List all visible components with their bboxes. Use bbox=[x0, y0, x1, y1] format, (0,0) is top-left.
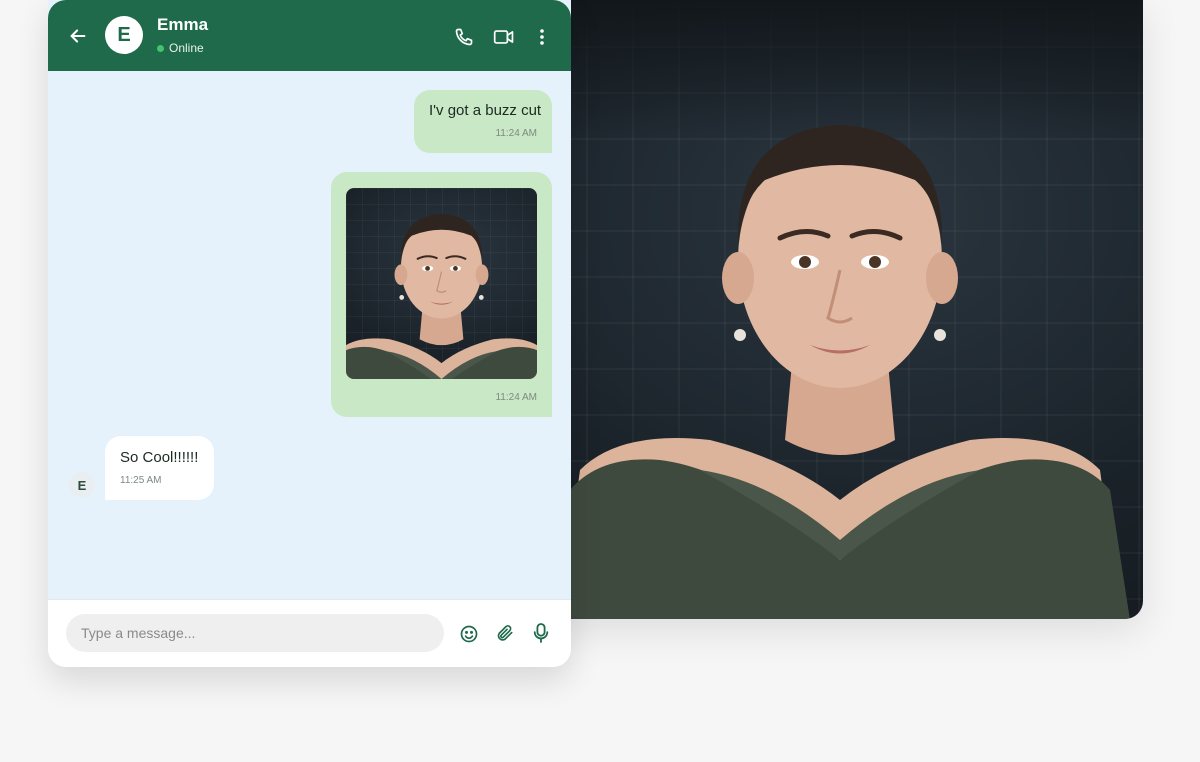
chat-window: E Emma Online I'v got a buzz cut 11:24 A… bbox=[48, 0, 571, 667]
image-portrait bbox=[346, 212, 537, 379]
contact-avatar[interactable]: E bbox=[105, 16, 143, 54]
contact-name[interactable]: Emma bbox=[157, 15, 208, 35]
more-options-button[interactable] bbox=[532, 25, 552, 49]
background-photo bbox=[540, 0, 1143, 619]
message-text: So Cool!!!!!! bbox=[120, 449, 199, 466]
portrait-image bbox=[540, 0, 1143, 619]
video-camera-icon bbox=[493, 30, 514, 44]
message-outgoing[interactable]: I'v got a buzz cut 11:24 AM bbox=[414, 90, 552, 153]
message-time: 11:25 AM bbox=[120, 475, 162, 486]
message-time: 11:24 AM bbox=[495, 128, 537, 139]
online-indicator bbox=[157, 44, 164, 52]
contact-status: Online bbox=[157, 41, 204, 55]
message-image[interactable] bbox=[346, 188, 537, 379]
more-vertical-icon bbox=[540, 29, 544, 45]
message-text: I'v got a buzz cut bbox=[429, 102, 542, 119]
message-composer bbox=[48, 599, 571, 667]
back-button[interactable] bbox=[66, 24, 90, 48]
video-call-button[interactable] bbox=[490, 25, 518, 49]
emoji-button[interactable] bbox=[458, 623, 480, 645]
voice-call-button[interactable] bbox=[452, 25, 476, 49]
attach-button[interactable] bbox=[494, 622, 516, 644]
chat-header: E Emma Online bbox=[48, 0, 571, 71]
sender-avatar: E bbox=[69, 472, 95, 498]
phone-icon bbox=[455, 28, 473, 46]
status-text: Online bbox=[169, 41, 204, 55]
message-time: 11:24 AM bbox=[495, 392, 537, 403]
stage: E Emma Online I'v got a buzz cut 11:24 A… bbox=[0, 0, 1200, 762]
microphone-icon bbox=[533, 623, 549, 643]
emoji-icon bbox=[460, 625, 478, 643]
paperclip-icon bbox=[497, 625, 513, 641]
message-incoming[interactable]: So Cool!!!!!! 11:25 AM bbox=[105, 436, 214, 500]
message-input[interactable] bbox=[66, 614, 444, 652]
message-outgoing-image[interactable]: 11:24 AM bbox=[331, 172, 552, 417]
arrow-left-icon bbox=[70, 29, 86, 43]
voice-message-button[interactable] bbox=[530, 621, 552, 645]
